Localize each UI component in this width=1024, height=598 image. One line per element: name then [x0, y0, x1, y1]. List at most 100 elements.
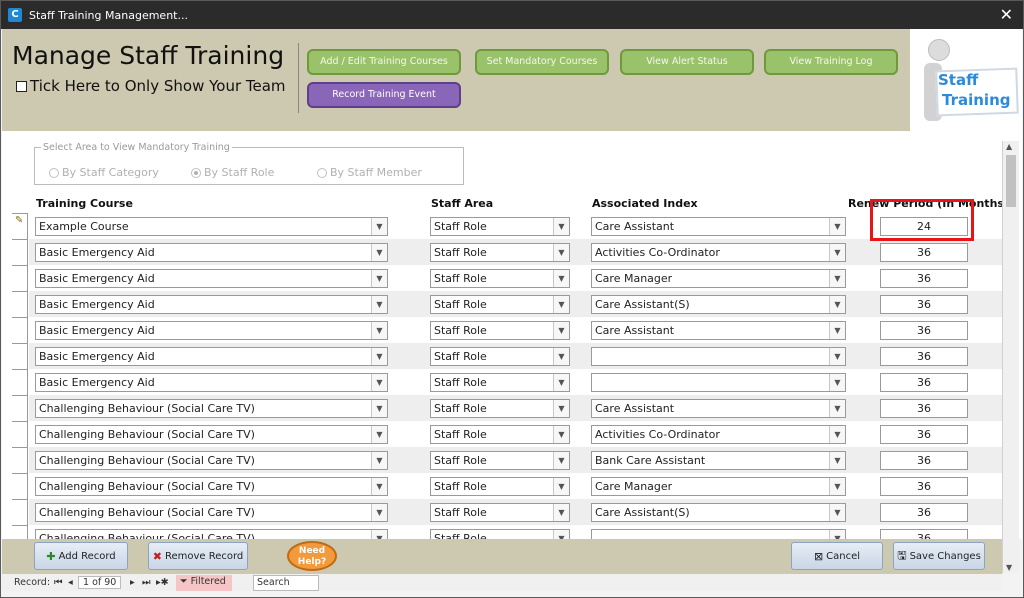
vertical-scrollbar[interactable]: ▲ ▼ — [1002, 141, 1019, 573]
record-selector[interactable] — [12, 369, 28, 395]
chevron-down-icon[interactable]: ▼ — [829, 218, 845, 235]
chevron-down-icon[interactable]: ▼ — [371, 478, 387, 495]
staff-area-combo[interactable]: Staff Role ▼ — [430, 347, 570, 366]
record-selector[interactable] — [12, 447, 28, 473]
filter-toggle[interactable]: ⏷ Filtered — [176, 575, 232, 591]
view-alert-status-button[interactable]: View Alert Status — [620, 49, 754, 75]
save-changes-button[interactable]: 🖫 Save Changes — [893, 542, 985, 570]
new-record-icon[interactable]: ▸✱ — [156, 577, 169, 588]
chevron-down-icon[interactable]: ▼ — [371, 452, 387, 469]
staff-area-combo[interactable]: Staff Role ▼ — [430, 269, 570, 288]
staff-area-combo[interactable]: Staff Role ▼ — [430, 321, 570, 340]
chevron-down-icon[interactable]: ▼ — [553, 400, 569, 417]
staff-area-combo[interactable]: Staff Role ▼ — [430, 451, 570, 470]
chevron-down-icon[interactable]: ▼ — [371, 244, 387, 261]
scroll-thumb[interactable] — [1006, 155, 1016, 207]
close-icon[interactable]: ✕ — [1000, 5, 1013, 24]
scroll-down-icon[interactable]: ▼ — [1006, 563, 1012, 572]
chevron-down-icon[interactable]: ▼ — [371, 270, 387, 287]
associated-index-combo[interactable]: Care Manager ▼ — [591, 269, 846, 288]
renew-period-field[interactable]: 36 — [880, 503, 968, 522]
chevron-down-icon[interactable]: ▼ — [553, 374, 569, 391]
staff-area-combo[interactable]: Staff Role ▼ — [430, 295, 570, 314]
renew-period-field[interactable]: 36 — [880, 269, 968, 288]
renew-period-field[interactable]: 36 — [880, 399, 968, 418]
associated-index-combo[interactable]: Activities Co-Ordinator ▼ — [591, 243, 846, 262]
record-selector[interactable] — [12, 343, 28, 369]
radio-button[interactable] — [317, 167, 327, 178]
chevron-down-icon[interactable]: ▼ — [371, 218, 387, 235]
staff-area-combo[interactable]: Staff Role ▼ — [430, 243, 570, 262]
chevron-down-icon[interactable]: ▼ — [829, 348, 845, 365]
chevron-down-icon[interactable]: ▼ — [553, 452, 569, 469]
next-record-icon[interactable]: ▸ — [130, 577, 135, 588]
record-selector[interactable] — [12, 317, 28, 343]
chevron-down-icon[interactable]: ▼ — [553, 504, 569, 521]
associated-index-combo[interactable]: Bank Care Assistant ▼ — [591, 451, 846, 470]
associated-index-combo[interactable]: Activities Co-Ordinator ▼ — [591, 425, 846, 444]
chevron-down-icon[interactable]: ▼ — [553, 296, 569, 313]
associated-index-combo[interactable]: Care Assistant ▼ — [591, 321, 846, 340]
chevron-down-icon[interactable]: ▼ — [829, 478, 845, 495]
record-training-event-button[interactable]: Record Training Event — [307, 82, 461, 108]
record-selector[interactable] — [12, 395, 28, 421]
course-combo[interactable]: Basic Emergency Aid ▼ — [35, 269, 388, 288]
record-selector[interactable] — [12, 473, 28, 499]
chevron-down-icon[interactable]: ▼ — [829, 426, 845, 443]
associated-index-combo[interactable]: ▼ — [591, 347, 846, 366]
chevron-down-icon[interactable]: ▼ — [553, 322, 569, 339]
renew-period-field[interactable]: 36 — [880, 477, 968, 496]
chevron-down-icon[interactable]: ▼ — [829, 270, 845, 287]
renew-period-field[interactable]: 36 — [880, 373, 968, 392]
staff-area-combo[interactable]: Staff Role ▼ — [430, 425, 570, 444]
record-selector[interactable] — [12, 421, 28, 447]
renew-period-field[interactable]: 36 — [880, 347, 968, 366]
staff-area-combo[interactable]: Staff Role ▼ — [430, 373, 570, 392]
chevron-down-icon[interactable]: ▼ — [371, 296, 387, 313]
course-combo[interactable]: Basic Emergency Aid ▼ — [35, 295, 388, 314]
course-combo[interactable]: Basic Emergency Aid ▼ — [35, 321, 388, 340]
renew-period-field[interactable]: 36 — [880, 321, 968, 340]
associated-index-combo[interactable]: Care Assistant(S) ▼ — [591, 295, 846, 314]
associated-index-combo[interactable]: Care Assistant ▼ — [591, 399, 846, 418]
chevron-down-icon[interactable]: ▼ — [371, 426, 387, 443]
search-input[interactable]: Search — [253, 575, 319, 591]
staff-area-combo[interactable]: Staff Role ▼ — [430, 399, 570, 418]
associated-index-combo[interactable]: Care Assistant(S) ▼ — [591, 503, 846, 522]
course-combo[interactable]: Basic Emergency Aid ▼ — [35, 347, 388, 366]
chevron-down-icon[interactable]: ▼ — [829, 452, 845, 469]
need-help-button[interactable]: Need Help? — [287, 541, 337, 571]
associated-index-combo[interactable]: Care Manager ▼ — [591, 477, 846, 496]
record-selector[interactable] — [12, 265, 28, 291]
renew-period-field[interactable]: 36 — [880, 425, 968, 444]
chevron-down-icon[interactable]: ▼ — [553, 218, 569, 235]
record-selector[interactable] — [12, 499, 28, 525]
chevron-down-icon[interactable]: ▼ — [829, 504, 845, 521]
course-combo[interactable]: Basic Emergency Aid ▼ — [35, 243, 388, 262]
chevron-down-icon[interactable]: ▼ — [829, 374, 845, 391]
set-mandatory-button[interactable]: Set Mandatory Courses — [475, 49, 609, 75]
radio-by-staff-category[interactable]: By Staff Category — [49, 166, 159, 179]
chevron-down-icon[interactable]: ▼ — [553, 270, 569, 287]
chevron-down-icon[interactable]: ▼ — [829, 296, 845, 313]
chevron-down-icon[interactable]: ▼ — [371, 504, 387, 521]
staff-area-combo[interactable]: Staff Role ▼ — [430, 217, 570, 236]
chevron-down-icon[interactable]: ▼ — [553, 426, 569, 443]
remove-record-button[interactable]: ✖ Remove Record — [148, 542, 248, 570]
renew-period-field[interactable]: 36 — [880, 451, 968, 470]
last-record-icon[interactable]: ⏭ — [142, 577, 151, 588]
chevron-down-icon[interactable]: ▼ — [371, 400, 387, 417]
scroll-up-icon[interactable]: ▲ — [1006, 142, 1012, 151]
chevron-down-icon[interactable]: ▼ — [371, 322, 387, 339]
team-filter-checkbox[interactable]: Tick Here to Only Show Your Team — [16, 77, 286, 95]
course-combo[interactable]: Example Course ▼ — [35, 217, 388, 236]
add-edit-courses-button[interactable]: Add / Edit Training Courses — [307, 49, 461, 75]
view-training-log-button[interactable]: View Training Log — [764, 49, 898, 75]
record-selector[interactable] — [12, 213, 28, 239]
staff-area-combo[interactable]: Staff Role ▼ — [430, 503, 570, 522]
course-combo[interactable]: Challenging Behaviour (Social Care TV) ▼ — [35, 399, 388, 418]
course-combo[interactable]: Basic Emergency Aid ▼ — [35, 373, 388, 392]
associated-index-combo[interactable]: ▼ — [591, 373, 846, 392]
chevron-down-icon[interactable]: ▼ — [553, 348, 569, 365]
radio-by-staff-role[interactable]: By Staff Role — [191, 166, 274, 179]
